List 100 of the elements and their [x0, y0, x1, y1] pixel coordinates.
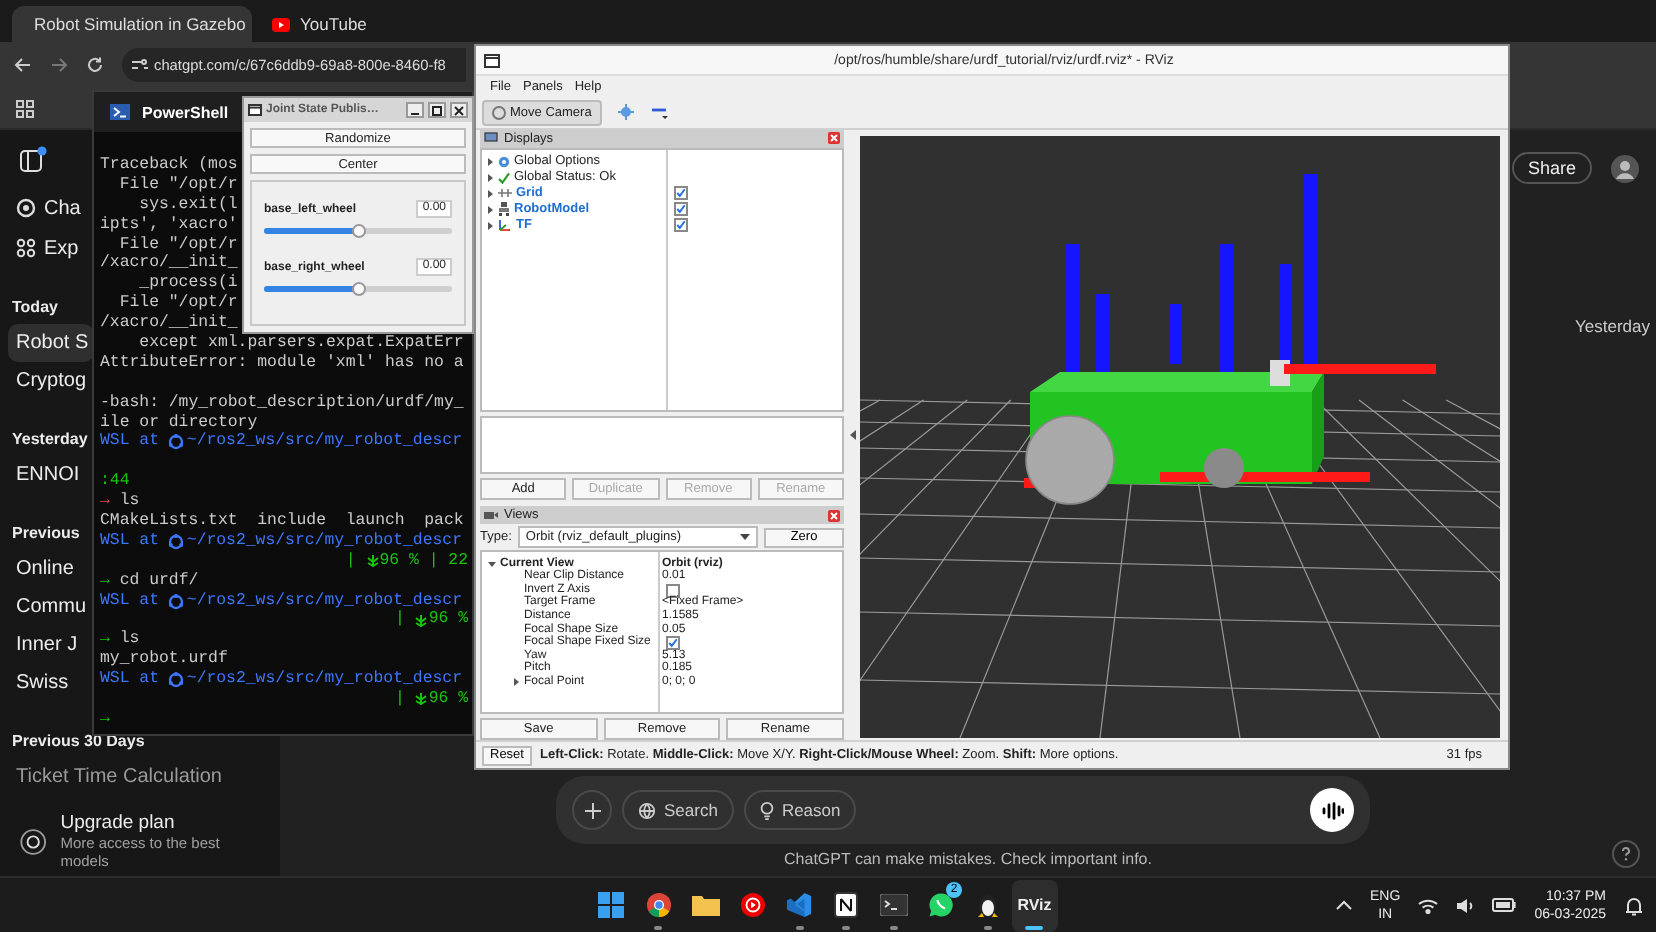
date-label: Yesterday — [1575, 316, 1650, 336]
status-text: 96 % — [379, 551, 421, 572]
forward-icon[interactable] — [50, 56, 68, 74]
chevron-up-icon[interactable] — [1336, 900, 1353, 910]
gear-icon — [168, 672, 185, 689]
tool-button[interactable]: Reason — [743, 790, 857, 830]
terminal-line: File "/opt/r — [117, 175, 238, 196]
terminal-line: my_robot.urdf — [100, 650, 228, 670]
crosshair-icon[interactable] — [617, 104, 634, 120]
expand-arrow-icon[interactable] — [488, 559, 496, 568]
chat-history-item[interactable]: ENNOI — [8, 456, 86, 494]
close-icon[interactable] — [828, 132, 840, 145]
chat-history-item[interactable]: Robot S — [8, 324, 95, 362]
tool-button[interactable]: Search — [622, 790, 734, 830]
running-indicator — [654, 925, 663, 929]
maximize-icon — [432, 105, 442, 115]
terminal-line: except xml.parsers.expat.ExpatErr — [137, 334, 464, 354]
play-icon — [272, 17, 290, 31]
command-text: cd urdf/ — [117, 571, 199, 592]
upgrade-title[interactable]: Upgrade plan — [60, 812, 260, 834]
leaf-icon — [414, 613, 429, 628]
close-button[interactable] — [450, 102, 468, 118]
terminal-line: /xacro/__init_ — [100, 314, 238, 334]
add-button[interactable] — [572, 790, 612, 830]
camera-icon — [484, 510, 498, 521]
penguin-icon — [975, 892, 1000, 918]
chat-history-item[interactable]: Online — [8, 550, 80, 588]
wifi-icon[interactable] — [1418, 897, 1439, 913]
chat-history-item[interactable]: Swiss — [8, 664, 75, 702]
volume-icon[interactable] — [1456, 897, 1475, 913]
checkbox[interactable] — [674, 218, 688, 233]
logo-icon — [16, 198, 36, 218]
avatar-icon[interactable] — [1610, 153, 1640, 183]
prompt-path: ~/ros2_ws/src/my_robot_descr — [186, 670, 462, 690]
prompt-path: ~/ros2_ws/src/my_robot_descr — [186, 531, 462, 552]
collapse-arrow-icon[interactable] — [849, 430, 855, 440]
nav-label: Exp — [44, 237, 79, 259]
slider-thumb[interactable] — [351, 224, 365, 238]
terminal-line: File "/opt/r — [117, 294, 238, 314]
close-icon[interactable] — [828, 509, 840, 522]
chat-history-item[interactable]: Ticket Time Calculation — [8, 758, 228, 796]
back-icon[interactable] — [14, 56, 32, 74]
browser-tab[interactable]: Robot Simulation in Gazebo — [12, 6, 252, 42]
share-button[interactable]: Share — [1511, 152, 1592, 184]
plus-icon — [583, 801, 601, 819]
prompt-text: WSL at — [100, 432, 161, 453]
chat-history-item[interactable]: Commu — [8, 588, 93, 626]
site-settings-icon[interactable] — [132, 58, 148, 72]
waveform-icon — [1321, 801, 1343, 819]
sidebar-toggle-icon[interactable] — [20, 146, 48, 172]
reload-icon[interactable] — [86, 56, 104, 74]
running-indicator — [1025, 925, 1044, 929]
expand-arrow-icon[interactable] — [512, 677, 520, 686]
prompt-text: WSL at — [100, 670, 161, 691]
close-icon — [454, 105, 464, 115]
prompt-arrow: → — [100, 571, 110, 592]
leaf-icon — [365, 554, 380, 569]
globe-icon — [638, 801, 656, 819]
grid-icon — [16, 238, 36, 258]
prompt-text: WSL at — [100, 591, 161, 611]
terminal-line: -bash: /my_robot_description/urdf/my_ — [100, 393, 464, 414]
nav-label: Cha — [44, 197, 81, 219]
terminal-prompt-icon — [110, 104, 130, 120]
checkbox[interactable] — [666, 583, 680, 597]
maximize-button[interactable] — [428, 102, 446, 118]
browser-tab[interactable]: YouTube — [260, 6, 379, 42]
voice-button[interactable] — [1310, 788, 1354, 832]
message-composer[interactable]: Search Reason — [556, 776, 1370, 844]
terminal-line: ipts', 'xacro' — [100, 215, 238, 236]
play-icon — [739, 892, 766, 918]
code-editor-icon — [786, 892, 813, 918]
status-text: 96 % — [428, 690, 468, 710]
dropdown-icon[interactable] — [649, 104, 670, 120]
apps-icon[interactable] — [16, 99, 34, 117]
terminal-title[interactable]: PowerShell — [142, 103, 229, 121]
terminal-line: _process(i — [137, 274, 238, 294]
checkbox[interactable] — [666, 635, 680, 650]
chat-history-item[interactable]: Inner J — [8, 626, 84, 664]
nav-item[interactable]: Cha — [0, 188, 81, 228]
taskbar-button[interactable]: RViz — [1011, 879, 1058, 931]
minimize-button[interactable] — [406, 102, 424, 118]
joint-slider[interactable] — [264, 286, 452, 292]
robot-icon — [498, 202, 510, 217]
nav-item[interactable]: Exp — [0, 228, 79, 268]
leaf-icon — [414, 692, 429, 707]
checkbox[interactable] — [674, 202, 688, 217]
status-text: 96 % — [428, 610, 468, 631]
status-text: | 22 — [428, 551, 468, 572]
3d-viewport[interactable] — [860, 136, 1500, 738]
chat-history-item[interactable]: Cryptog — [8, 362, 93, 400]
battery-icon[interactable] — [1492, 898, 1517, 912]
help-icon[interactable] — [1612, 840, 1640, 868]
slider-thumb[interactable] — [351, 282, 365, 296]
terminal-line: Traceback (mos — [100, 156, 238, 176]
gear-icon — [498, 155, 510, 168]
axes-icon — [498, 218, 512, 233]
notification-icon[interactable] — [1624, 895, 1644, 915]
joint-slider[interactable] — [264, 228, 452, 234]
terminal-line: File "/opt/r — [117, 235, 238, 254]
checkbox[interactable] — [674, 186, 688, 201]
